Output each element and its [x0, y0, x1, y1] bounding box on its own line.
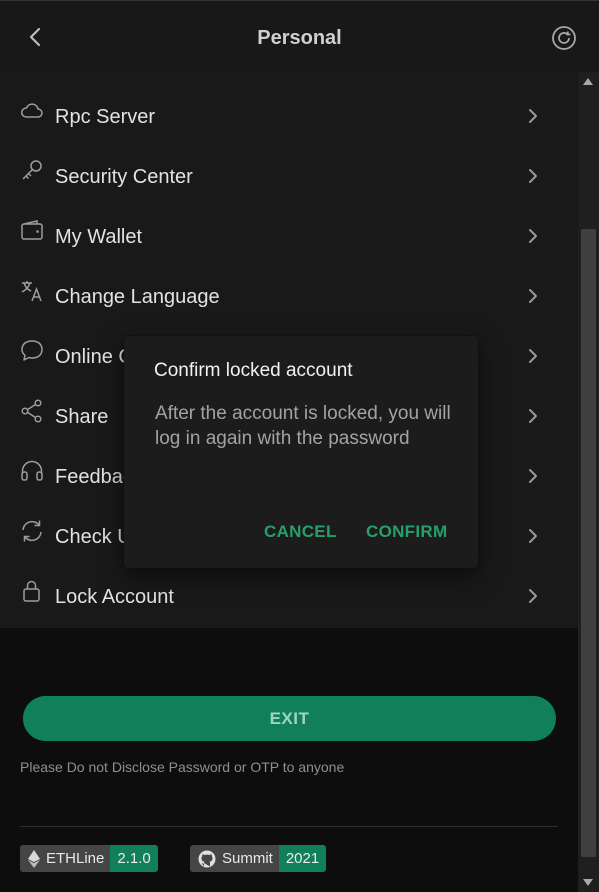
menu-item-change-language[interactable]: Change Language	[0, 270, 578, 330]
headset-icon	[21, 460, 43, 481]
cancel-button[interactable]: CANCEL	[264, 522, 337, 542]
badge-value: 2021	[278, 845, 327, 872]
menu-item-label: Check U	[55, 526, 132, 548]
page-title: Personal	[257, 27, 342, 49]
personal-screen: Personal Rpc Server Security Center My W…	[0, 0, 599, 892]
scrollbar-thumb[interactable]	[581, 229, 596, 857]
menu-item-security-center[interactable]: Security Center	[0, 150, 578, 210]
security-notice: Please Do not Disclose Password or OTP t…	[20, 759, 345, 775]
cloud-icon	[21, 103, 43, 118]
key-icon	[22, 160, 42, 180]
divider	[20, 826, 558, 827]
menu-item-label: Lock Account	[55, 586, 174, 608]
chevron-right-icon	[529, 349, 537, 363]
refresh-icon[interactable]	[550, 24, 578, 52]
badge-value: 2.1.0	[110, 845, 158, 872]
confirm-button[interactable]: CONFIRM	[366, 522, 447, 542]
badge-label: ETHLine	[20, 845, 111, 872]
chevron-right-icon	[529, 469, 537, 483]
menu-item-label: Feedbac	[55, 466, 133, 488]
chevron-right-icon	[529, 289, 537, 303]
menu-item-lock-account[interactable]: Lock Account	[0, 570, 578, 630]
menu-item-label: Change Language	[55, 286, 220, 308]
scrollbar[interactable]	[578, 72, 599, 892]
chat-icon	[21, 340, 43, 361]
dialog-message: After the account is locked, you will lo…	[155, 403, 451, 449]
menu-item-rpc-server[interactable]: Rpc Server	[0, 90, 578, 150]
chevron-right-icon	[529, 229, 537, 243]
badge-name: Summit	[222, 850, 273, 867]
exit-button[interactable]: EXIT	[23, 696, 556, 741]
header-bar: Personal	[0, 0, 599, 72]
badge-label: Summit	[190, 845, 279, 872]
sync-icon	[22, 520, 42, 542]
translate-icon	[21, 281, 42, 302]
chevron-right-icon	[529, 529, 537, 543]
scroll-down-arrow-icon[interactable]	[583, 879, 593, 886]
menu-item-label: Security Center	[55, 166, 193, 188]
badge-name: ETHLine	[46, 850, 105, 867]
chevron-right-icon	[529, 169, 537, 183]
lock-icon	[23, 580, 40, 602]
scroll-up-arrow-icon[interactable]	[583, 78, 593, 85]
summit-badge: Summit 2021	[190, 845, 327, 872]
share-icon	[21, 399, 42, 423]
chevron-right-icon	[529, 109, 537, 123]
menu-item-label: Online C	[55, 346, 133, 368]
menu-item-my-wallet[interactable]: My Wallet	[0, 210, 578, 270]
chevron-right-icon	[529, 409, 537, 423]
menu-item-label: My Wallet	[55, 226, 143, 248]
confirm-lock-dialog: Confirm locked account After the account…	[124, 336, 478, 568]
chevron-right-icon	[529, 589, 537, 603]
wallet-icon	[21, 220, 43, 240]
github-icon	[198, 850, 216, 867]
menu-item-label: Rpc Server	[55, 106, 156, 128]
menu-item-label: Share	[55, 406, 109, 428]
version-badge: ETHLine 2.1.0	[20, 845, 158, 872]
dialog-title: Confirm locked account	[154, 360, 353, 381]
ethereum-icon	[28, 849, 40, 868]
